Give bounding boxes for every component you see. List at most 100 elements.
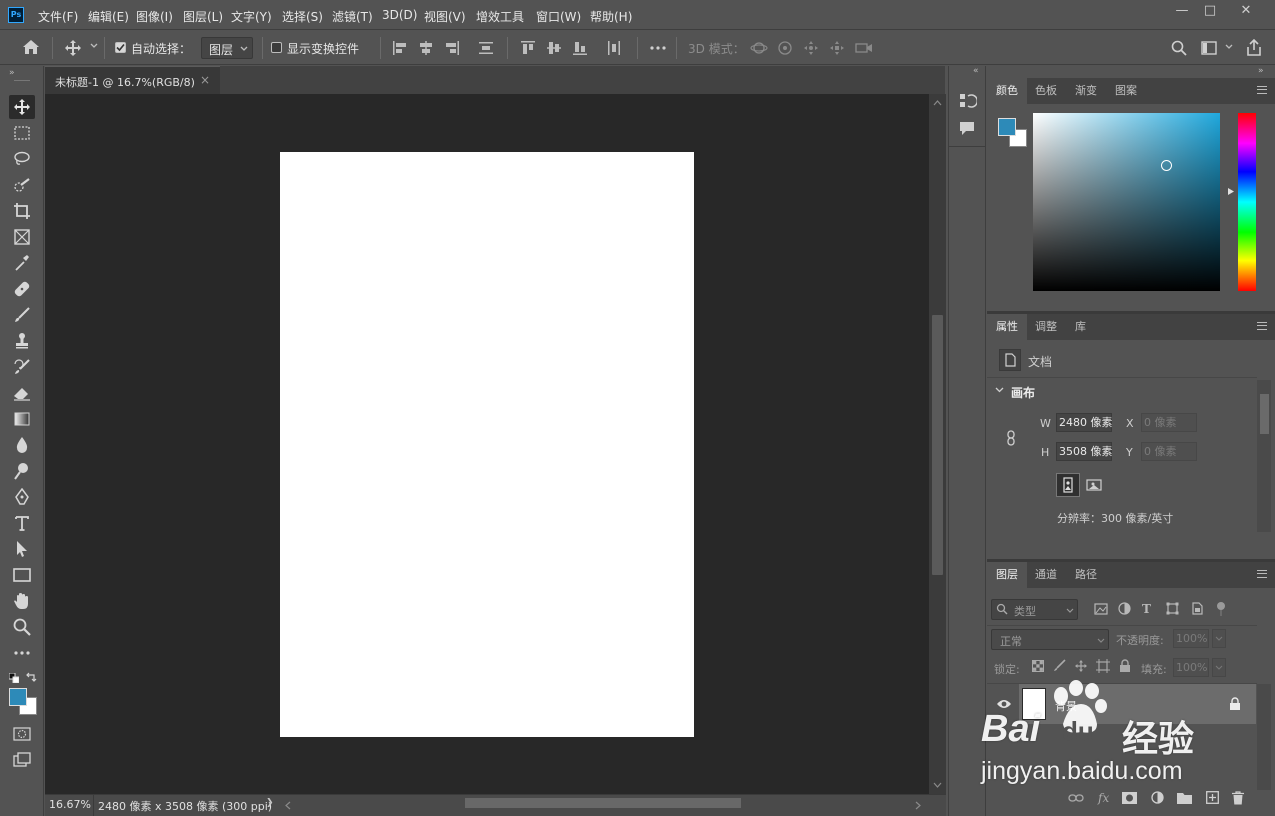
tab-paths[interactable]: 路径 — [1066, 562, 1106, 588]
add-mask-icon[interactable] — [1122, 792, 1137, 804]
panel-menu-icon[interactable] — [1257, 86, 1267, 94]
menu-select[interactable]: 选择(S) — [282, 8, 323, 25]
show-transform-checkbox[interactable] — [271, 42, 282, 53]
document-canvas[interactable] — [280, 152, 694, 737]
fill-slider-button[interactable] — [1212, 658, 1226, 677]
new-group-icon[interactable] — [1177, 792, 1192, 804]
tab-gradients[interactable]: 渐变 — [1066, 78, 1106, 104]
tab-patterns[interactable]: 图案 — [1106, 78, 1146, 104]
vertical-scroll-thumb[interactable] — [932, 315, 943, 575]
search-icon[interactable] — [1171, 40, 1187, 56]
menu-image[interactable]: 图像(I) — [136, 8, 173, 25]
landscape-orientation-button[interactable] — [1083, 474, 1105, 496]
lock-all-icon[interactable] — [1119, 659, 1131, 672]
dodge-tool[interactable] — [9, 459, 35, 483]
menu-type[interactable]: 文字(Y) — [231, 8, 272, 25]
menu-help[interactable]: 帮助(H) — [590, 8, 632, 25]
zoom-level[interactable]: 16.67% — [49, 798, 91, 811]
scroll-left-icon[interactable] — [285, 801, 291, 810]
quick-selection-tool[interactable] — [9, 173, 35, 197]
document-tab[interactable]: 未标题-1 @ 16.7%(RGB/8) × — [45, 66, 220, 94]
align-left-icon[interactable] — [392, 40, 408, 56]
type-tool[interactable] — [9, 511, 35, 535]
chevron-down-icon[interactable] — [90, 43, 98, 49]
menu-3d[interactable]: 3D(D) — [382, 8, 417, 22]
path-selection-tool[interactable] — [9, 537, 35, 561]
lock-pixels-icon[interactable] — [1053, 659, 1066, 672]
tab-swatches[interactable]: 色板 — [1026, 78, 1066, 104]
hue-slider[interactable] — [1238, 113, 1256, 291]
canvas-height-input[interactable]: 3508 像素 — [1056, 442, 1113, 461]
canvas-width-input[interactable]: 2480 像素 — [1056, 413, 1113, 432]
clone-stamp-tool[interactable] — [9, 329, 35, 353]
panel-foreground-color-swatch[interactable] — [998, 118, 1016, 136]
menu-view[interactable]: 视图(V) — [424, 8, 466, 25]
tab-properties[interactable]: 属性 — [987, 314, 1027, 340]
healing-brush-tool[interactable] — [9, 277, 35, 301]
close-window-button[interactable]: ✕ — [1232, 2, 1260, 20]
layer-style-fx-icon[interactable]: fx — [1098, 791, 1109, 805]
align-right-icon[interactable] — [444, 40, 460, 56]
tab-channels[interactable]: 通道 — [1026, 562, 1066, 588]
hue-slider-handle[interactable] — [1227, 187, 1235, 196]
history-brush-tool[interactable] — [9, 355, 35, 379]
horizontal-scroll-thumb[interactable] — [465, 798, 741, 808]
panel-menu-icon[interactable] — [1257, 570, 1267, 578]
close-tab-button[interactable]: × — [200, 73, 210, 87]
move-tool-preset-icon[interactable] — [64, 39, 82, 57]
layer-select-dropdown[interactable]: 图层 — [201, 37, 253, 59]
align-bottom-icon[interactable] — [572, 40, 588, 56]
gradient-tool[interactable] — [9, 407, 35, 431]
brush-tool[interactable] — [9, 303, 35, 327]
3d-slide-icon[interactable] — [829, 40, 845, 56]
menu-filter[interactable]: 滤镜(T) — [332, 8, 373, 25]
lasso-tool[interactable] — [9, 147, 35, 171]
history-icon[interactable] — [959, 92, 977, 110]
hand-tool[interactable] — [9, 589, 35, 613]
menu-window[interactable]: 窗口(W) — [536, 8, 581, 25]
menu-plugins[interactable]: 增效工具 — [476, 8, 524, 25]
lock-position-icon[interactable] — [1074, 659, 1088, 673]
blur-tool[interactable] — [9, 433, 35, 457]
color-saturation-field[interactable] — [1033, 113, 1220, 291]
collapse-panels-icon[interactable]: » — [1258, 66, 1264, 76]
share-icon[interactable] — [1246, 39, 1262, 56]
filter-type-icon[interactable]: T — [1142, 602, 1151, 616]
align-top-icon[interactable] — [520, 40, 536, 56]
chevron-down-icon[interactable] — [995, 387, 1004, 393]
zoom-tool[interactable] — [9, 615, 35, 639]
home-icon[interactable] — [22, 39, 40, 55]
grip[interactable] — [14, 80, 30, 81]
link-icon[interactable] — [1005, 430, 1017, 446]
3d-pan-icon[interactable] — [803, 40, 819, 56]
swap-colors-icon[interactable] — [25, 671, 37, 683]
scroll-right-icon[interactable] — [915, 801, 921, 810]
menu-layer[interactable]: 图层(L) — [183, 8, 223, 25]
minimize-button[interactable]: — — [1168, 2, 1196, 20]
pen-tool[interactable] — [9, 485, 35, 509]
marquee-tool[interactable] — [9, 121, 35, 145]
layer-filter-dropdown[interactable]: 类型 — [991, 599, 1078, 620]
filter-smart-object-icon[interactable] — [1191, 602, 1203, 615]
opacity-input[interactable]: 100% — [1173, 629, 1209, 648]
distribute-vertical-icon[interactable] — [478, 40, 494, 56]
new-adjustment-layer-icon[interactable] — [1151, 791, 1164, 804]
delete-layer-icon[interactable] — [1232, 791, 1244, 805]
3d-roll-icon[interactable] — [777, 40, 793, 56]
properties-scrollbar[interactable] — [1257, 380, 1271, 532]
expand-panels-icon[interactable]: « — [973, 66, 979, 76]
portrait-orientation-button[interactable] — [1056, 473, 1080, 497]
lock-artboard-icon[interactable] — [1096, 659, 1110, 673]
comments-icon[interactable] — [959, 120, 975, 136]
edit-toolbar-icon[interactable] — [9, 641, 35, 665]
blend-mode-dropdown[interactable]: 正常 — [991, 629, 1109, 650]
more-options-icon[interactable] — [650, 46, 666, 50]
tab-adjustments[interactable]: 调整 — [1026, 314, 1066, 340]
info-menu-arrow[interactable]: ❯ — [266, 798, 274, 808]
eyedropper-tool[interactable] — [9, 251, 35, 275]
new-layer-icon[interactable] — [1206, 791, 1219, 804]
link-layers-icon[interactable] — [1068, 793, 1084, 803]
3d-camera-icon[interactable] — [855, 41, 873, 55]
distribute-horizontal-icon[interactable] — [606, 40, 622, 56]
align-vertical-center-icon[interactable] — [546, 40, 562, 56]
